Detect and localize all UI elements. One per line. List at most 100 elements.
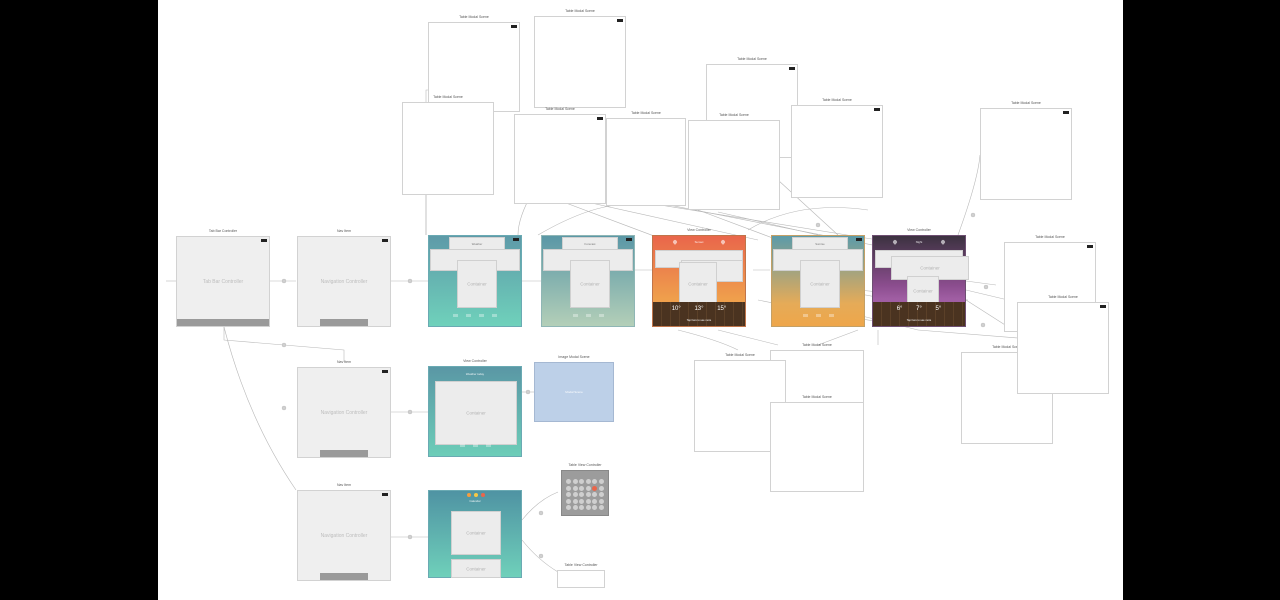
temperature-value: 13°	[694, 306, 704, 312]
tab-bar-controller-scene[interactable]: Tab Bar Controller Tab Bar Controller	[176, 229, 270, 327]
calendar-day-dot	[566, 492, 571, 497]
controller-label: Navigation Controller	[320, 278, 368, 285]
container-box: Container	[570, 260, 610, 308]
calendar-day-dot	[572, 479, 578, 484]
temperature-value: 6°	[896, 306, 903, 312]
controller-label: Navigation Controller	[320, 409, 368, 416]
battery-icon	[1087, 245, 1093, 248]
controller-label: Tab Bar Controller	[202, 278, 244, 285]
white-scene[interactable]: Table Modal Scene	[688, 113, 780, 210]
calendar-day-dot	[566, 485, 571, 491]
scene-body: Forecast Container	[541, 235, 635, 327]
temperature-value: 7°	[916, 306, 922, 312]
calendar-day-dot	[585, 505, 591, 510]
container-label: Container	[688, 281, 708, 287]
scene-body: Navigation Controller	[297, 367, 391, 458]
scene-title: View Controller	[687, 228, 711, 232]
container-label: Container	[913, 288, 933, 294]
temperature-row: 10° 13° 15°	[653, 306, 745, 312]
calendar-day-dot	[585, 492, 591, 497]
temperature-row: 6° 7° 5°	[873, 306, 965, 312]
scene-title: Table Modal Scene	[545, 107, 575, 111]
navigation-controller-scene-2[interactable]: Nav Item Navigation Controller	[297, 360, 391, 458]
container-box: Container	[800, 260, 840, 308]
tab-bar	[320, 573, 368, 580]
container-box: Container	[457, 260, 497, 308]
hint-text: Tap here to see more	[686, 319, 712, 322]
scene-title: Nav Item	[336, 360, 351, 364]
scene-title: Table Modal Scene	[1048, 295, 1078, 299]
scene-title: Table Modal Scene	[725, 353, 755, 357]
calendar-day-dot	[566, 505, 571, 510]
calendar-day-dot	[585, 479, 591, 484]
scene-title: Table Modal Scene	[459, 15, 489, 19]
white-scene[interactable]: Table Modal Scene	[606, 111, 686, 206]
image-modal-scene[interactable]: Image Modal Scene Modal Scene	[534, 355, 614, 422]
scene-body	[688, 120, 780, 210]
storyboard-canvas[interactable]: Tab Bar Controller Tab Bar Controller Na…	[158, 0, 1123, 600]
white-scene[interactable]: Table Modal Scene	[791, 98, 883, 198]
navigation-controller-scene-1[interactable]: Nav Item Navigation Controller	[297, 229, 391, 327]
calendar-day-dot	[579, 492, 584, 497]
container-box: Container	[451, 511, 501, 555]
table-view-controller-scene[interactable]: Table View Controller	[557, 563, 605, 588]
calendar-day-dot	[579, 485, 584, 491]
page-indicator	[429, 434, 521, 452]
scene-body: Sunrise Container	[771, 235, 865, 327]
bottom-view-controller-scene[interactable]: Calendar Container Container	[428, 490, 522, 578]
white-scene[interactable]: Table Modal Scene	[980, 101, 1072, 200]
middle-view-controller-scene[interactable]: View Controller Weather today Container	[428, 359, 522, 457]
scene-title: Table Modal Scene	[631, 111, 661, 115]
white-scene[interactable]: Table Modal Scene	[1017, 295, 1109, 394]
calendar-day-dot	[579, 479, 584, 484]
battery-icon	[1100, 305, 1106, 308]
container-label: Container	[466, 410, 486, 416]
scene-body	[770, 402, 864, 492]
scene-title: Table Modal Scene	[565, 9, 595, 13]
scene-body	[606, 118, 686, 206]
calendar-grid	[566, 479, 604, 511]
nav-title: Sunrise	[815, 242, 825, 246]
scene-title: Table Modal Scene	[802, 395, 832, 399]
battery-icon	[513, 238, 519, 241]
calendar-day-dot	[579, 498, 584, 504]
calendar-day-dot	[592, 505, 597, 510]
scene-title: Nav Item	[336, 483, 351, 487]
battery-icon	[597, 117, 603, 120]
scene-title: Nav Item	[336, 229, 351, 233]
modal-label: Modal Scene	[565, 390, 583, 394]
weather-scene-1[interactable]: Weather Container	[428, 235, 522, 327]
scene-body	[561, 470, 609, 516]
scene-title: Table Modal Scene	[802, 343, 832, 347]
calendar-day-dot	[598, 492, 604, 497]
container-box: Container	[679, 262, 717, 306]
scene-body: Weather Container	[428, 235, 522, 327]
white-scene[interactable]: Table Modal Scene	[402, 95, 494, 195]
weather-scene-2[interactable]: Forecast Container	[541, 235, 635, 327]
page-indicator	[542, 304, 634, 322]
calendar-day-dot	[585, 498, 591, 504]
calendar-day-dot	[572, 492, 578, 497]
white-scene[interactable]: Table Modal Scene	[770, 395, 864, 492]
temperature-value: 10°	[671, 306, 681, 312]
nav-title: Night	[915, 240, 923, 244]
scene-title: View Controller	[907, 228, 931, 232]
scene-title: Table Modal Scene	[822, 98, 852, 102]
page-indicator	[429, 304, 521, 322]
calendar-day-dot	[572, 505, 578, 510]
weather-scene-4[interactable]: Sunrise Container	[771, 235, 865, 327]
white-scene[interactable]: Table Modal Scene	[534, 9, 626, 108]
weather-scene-5[interactable]: View Controller Night Container Containe…	[872, 228, 969, 327]
navigation-controller-scene-3[interactable]: Nav Item Navigation Controller	[297, 483, 391, 581]
container-label: Container	[466, 530, 486, 536]
scene-body: Navigation Controller	[297, 236, 391, 327]
container-label: Container	[466, 566, 486, 571]
calendar-scene[interactable]: Table View Controller	[561, 463, 609, 516]
tab-bar	[177, 319, 269, 326]
scene-body: Modal Scene	[534, 362, 614, 422]
battery-icon	[874, 108, 880, 111]
scene-title: Table Modal Scene	[737, 57, 767, 61]
white-scene[interactable]: Table Modal Scene	[514, 107, 606, 204]
scene-body	[1017, 302, 1109, 394]
weather-scene-3[interactable]: View Controller Sunset Container 10° 13°…	[652, 228, 746, 327]
